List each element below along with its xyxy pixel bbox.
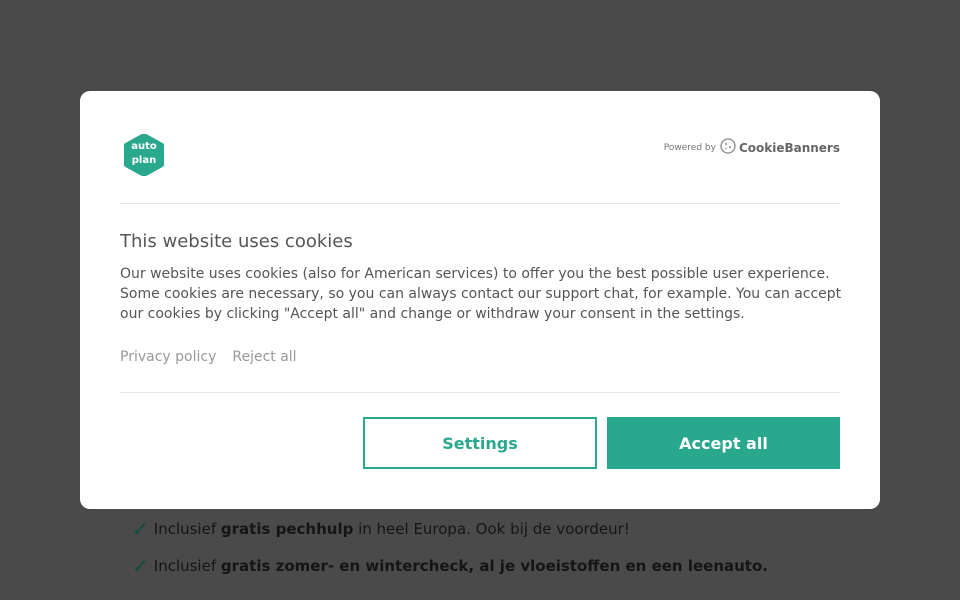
dialog-body: Our website uses cookies (also for Ameri… — [120, 266, 842, 322]
cookie-consent-dialog: auto plan Powered by CookieBanners This … — [80, 91, 880, 509]
divider — [120, 392, 840, 393]
divider — [120, 203, 840, 204]
autoplan-logo: auto plan — [123, 133, 165, 177]
settings-button[interactable]: Settings — [363, 417, 597, 469]
cookie-icon — [720, 138, 736, 158]
reject-all-link[interactable]: Reject all — [232, 349, 296, 365]
checkmark-icon: ✓ — [132, 517, 149, 541]
feature-text: Inclusief gratis pechhulp in heel Europa… — [153, 520, 630, 538]
checkmark-icon: ✓ — [132, 554, 149, 578]
feature-text: Inclusief gratis zomer- en wintercheck, … — [153, 557, 768, 575]
privacy-policy-link[interactable]: Privacy policy — [120, 349, 216, 365]
dialog-links: Privacy policy Reject all — [120, 349, 297, 365]
feature-item: ✓ Inclusief gratis zomer- en wintercheck… — [132, 554, 768, 578]
dialog-title: This website uses cookies — [120, 231, 353, 252]
powered-by: Powered by CookieBanners — [664, 138, 840, 158]
feature-item: ✓ Inclusief gratis pechhulp in heel Euro… — [132, 517, 630, 541]
accept-all-button[interactable]: Accept all — [607, 417, 840, 469]
